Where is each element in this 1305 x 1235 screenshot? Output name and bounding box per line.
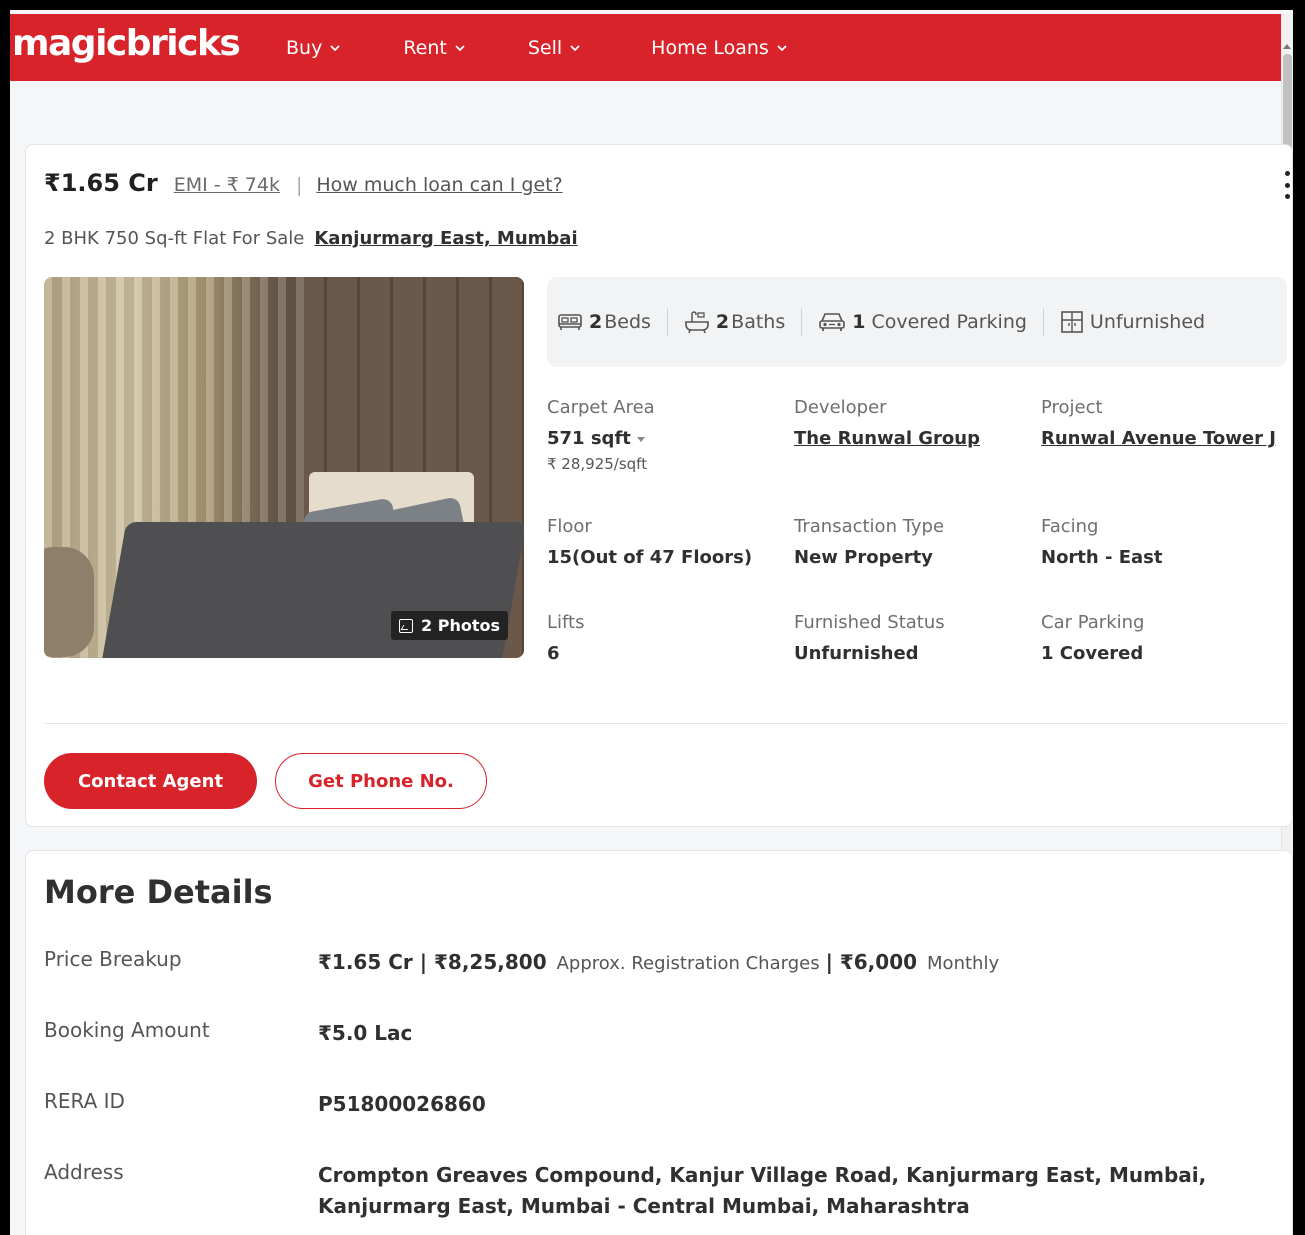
address-label: Address bbox=[44, 1160, 124, 1184]
nav-rent[interactable]: Rent bbox=[403, 37, 466, 59]
more-options-icon[interactable] bbox=[1284, 171, 1290, 199]
property-photo[interactable]: 2 Photos bbox=[44, 277, 524, 658]
booking-amount-label: Booking Amount bbox=[44, 1018, 210, 1042]
chevron-down-icon bbox=[330, 44, 340, 51]
car-parking-label: Car Parking bbox=[1041, 612, 1145, 633]
bed-icon bbox=[558, 314, 582, 330]
property-summary-bar: 2 Beds 2 Baths 1 Covered Parking Unfurni… bbox=[547, 277, 1287, 367]
furniture-icon bbox=[1061, 311, 1083, 333]
carpet-area-value[interactable]: 571 sqft bbox=[547, 428, 787, 449]
price-breakup-value: ₹1.65 Cr | ₹8,25,800 Approx. Registration… bbox=[318, 947, 1005, 979]
baths-summary: 2 Baths bbox=[684, 310, 785, 334]
listing-title: 2 BHK 750 Sq-ft Flat For Sale bbox=[44, 228, 305, 249]
magicbricks-logo[interactable]: magicbricks bbox=[10, 23, 272, 64]
nav-buy-label: Buy bbox=[286, 36, 323, 59]
more-details-title: More Details bbox=[44, 873, 273, 911]
registration-charges-label: Approx. Registration Charges bbox=[556, 953, 820, 974]
car-icon bbox=[819, 313, 846, 331]
carpet-area-cell: Carpet Area 571 sqft ₹ 28,925/sqft bbox=[547, 397, 787, 473]
browser-viewport: magicbricks Buy Rent Sell Home Loans ₹1.… bbox=[10, 10, 1293, 1235]
nav-rent-label: Rent bbox=[403, 36, 447, 59]
project-link[interactable]: Runwal Avenue Tower J bbox=[1041, 428, 1291, 449]
rera-id-value: P51800026860 bbox=[318, 1092, 486, 1116]
photos-count-badge[interactable]: 2 Photos bbox=[391, 611, 508, 640]
developer-link[interactable]: The Runwal Group bbox=[794, 428, 1034, 449]
nav-home-loans[interactable]: Home Loans bbox=[651, 37, 788, 59]
loan-eligibility-link[interactable]: How much loan can I get? bbox=[316, 174, 562, 196]
chevron-down-icon bbox=[570, 44, 580, 51]
beds-label: Beds bbox=[604, 311, 651, 333]
transaction-label: Transaction Type bbox=[794, 516, 945, 537]
beds-summary: 2 Beds bbox=[557, 311, 651, 333]
furnishing-summary: Unfurnished bbox=[1060, 310, 1205, 334]
nav-sell-label: Sell bbox=[527, 36, 563, 59]
rera-id-row: RERA ID P51800026860 bbox=[44, 1089, 1284, 1120]
price-separator: | bbox=[295, 174, 303, 196]
nav-sell[interactable]: Sell bbox=[528, 37, 581, 59]
floor-cell: Floor 15(Out of 47 Floors) bbox=[547, 516, 787, 568]
developer-label: Developer bbox=[794, 397, 887, 418]
facing-cell: Facing North - East bbox=[1041, 516, 1281, 568]
project-cell: Project Runwal Avenue Tower J bbox=[1041, 397, 1291, 449]
image-icon bbox=[399, 618, 414, 633]
scroll-up-arrow-icon[interactable] bbox=[1283, 44, 1291, 49]
parking-summary: 1 Covered Parking bbox=[818, 311, 1027, 333]
chevron-down-icon bbox=[455, 44, 465, 51]
car-parking-value: 1 Covered bbox=[1041, 643, 1144, 664]
nav-home-loans-label: Home Loans bbox=[651, 36, 769, 59]
price-per-sqft: ₹ 28,925/sqft bbox=[547, 455, 648, 473]
car-parking-cell: Car Parking 1 Covered bbox=[1041, 612, 1281, 664]
furnished-status-value: Unfurnished bbox=[794, 643, 919, 664]
booking-amount-row: Booking Amount ₹5.0 Lac bbox=[44, 1018, 1284, 1049]
emi-link[interactable]: EMI - ₹ 74k bbox=[174, 174, 280, 196]
nav-buy[interactable]: Buy bbox=[286, 37, 341, 59]
facing-label: Facing bbox=[1041, 516, 1099, 537]
lifts-cell: Lifts 6 bbox=[547, 612, 787, 664]
main-nav: Buy Rent Sell Home Loans bbox=[272, 37, 788, 59]
lifts-label: Lifts bbox=[547, 612, 585, 633]
listing-subtitle: 2 BHK 750 Sq-ft Flat For Sale Kanjurmarg… bbox=[44, 228, 578, 249]
contact-agent-button[interactable]: Contact Agent bbox=[44, 753, 257, 809]
bathtub-icon bbox=[685, 311, 709, 334]
address-value: Crompton Greaves Compound, Kanjur Villag… bbox=[318, 1163, 1207, 1218]
site-header: magicbricks Buy Rent Sell Home Loans bbox=[10, 14, 1293, 81]
lifts-value: 6 bbox=[547, 643, 560, 664]
listing-card: ₹1.65 Cr EMI - ₹ 74k | How much loan can… bbox=[25, 144, 1293, 827]
transaction-value: New Property bbox=[794, 547, 933, 568]
price-breakup-price: ₹1.65 Cr | ₹8,25,800 bbox=[318, 950, 547, 974]
furnished-status-cell: Furnished Status Unfurnished bbox=[794, 612, 1034, 664]
price-breakup-label: Price Breakup bbox=[44, 947, 182, 971]
more-details-card: More Details Price Breakup ₹1.65 Cr | ₹8… bbox=[25, 850, 1293, 1235]
caret-down-icon[interactable] bbox=[636, 436, 645, 442]
booking-amount-value: ₹5.0 Lac bbox=[318, 1021, 413, 1045]
carpet-area-text: 571 sqft bbox=[547, 428, 631, 449]
developer-cell: Developer The Runwal Group bbox=[794, 397, 1034, 449]
monthly-amount: | ₹6,000 bbox=[825, 950, 918, 974]
price-row: ₹1.65 Cr EMI - ₹ 74k | How much loan can… bbox=[44, 169, 563, 197]
baths-label: Baths bbox=[731, 311, 786, 333]
get-phone-button[interactable]: Get Phone No. bbox=[275, 753, 487, 809]
furnished-status-label: Furnished Status bbox=[794, 612, 945, 633]
listing-location-link[interactable]: Kanjurmarg East, Mumbai bbox=[314, 228, 577, 249]
project-label: Project bbox=[1041, 397, 1103, 418]
photos-count-label: 2 Photos bbox=[421, 616, 500, 635]
floor-value: 15(Out of 47 Floors) bbox=[547, 547, 753, 568]
furnishing-label: Unfurnished bbox=[1089, 311, 1206, 333]
chevron-down-icon bbox=[777, 44, 787, 51]
beds-count: 2 bbox=[589, 311, 603, 333]
baths-count: 2 bbox=[715, 311, 730, 333]
rera-id-label: RERA ID bbox=[44, 1089, 125, 1113]
card-divider bbox=[44, 723, 1287, 724]
carpet-area-label: Carpet Area bbox=[547, 397, 655, 418]
address-row: Address Crompton Greaves Compound, Kanju… bbox=[44, 1160, 1284, 1222]
parking-count: 1 bbox=[852, 311, 866, 333]
monthly-label: Monthly bbox=[927, 953, 1000, 974]
facing-value: North - East bbox=[1041, 547, 1163, 568]
floor-label: Floor bbox=[547, 516, 592, 537]
transaction-cell: Transaction Type New Property bbox=[794, 516, 1034, 568]
parking-label: Covered Parking bbox=[871, 311, 1027, 333]
price-breakup-row: Price Breakup ₹1.65 Cr | ₹8,25,800 Approx… bbox=[44, 947, 1284, 979]
listing-price: ₹1.65 Cr bbox=[44, 169, 158, 197]
